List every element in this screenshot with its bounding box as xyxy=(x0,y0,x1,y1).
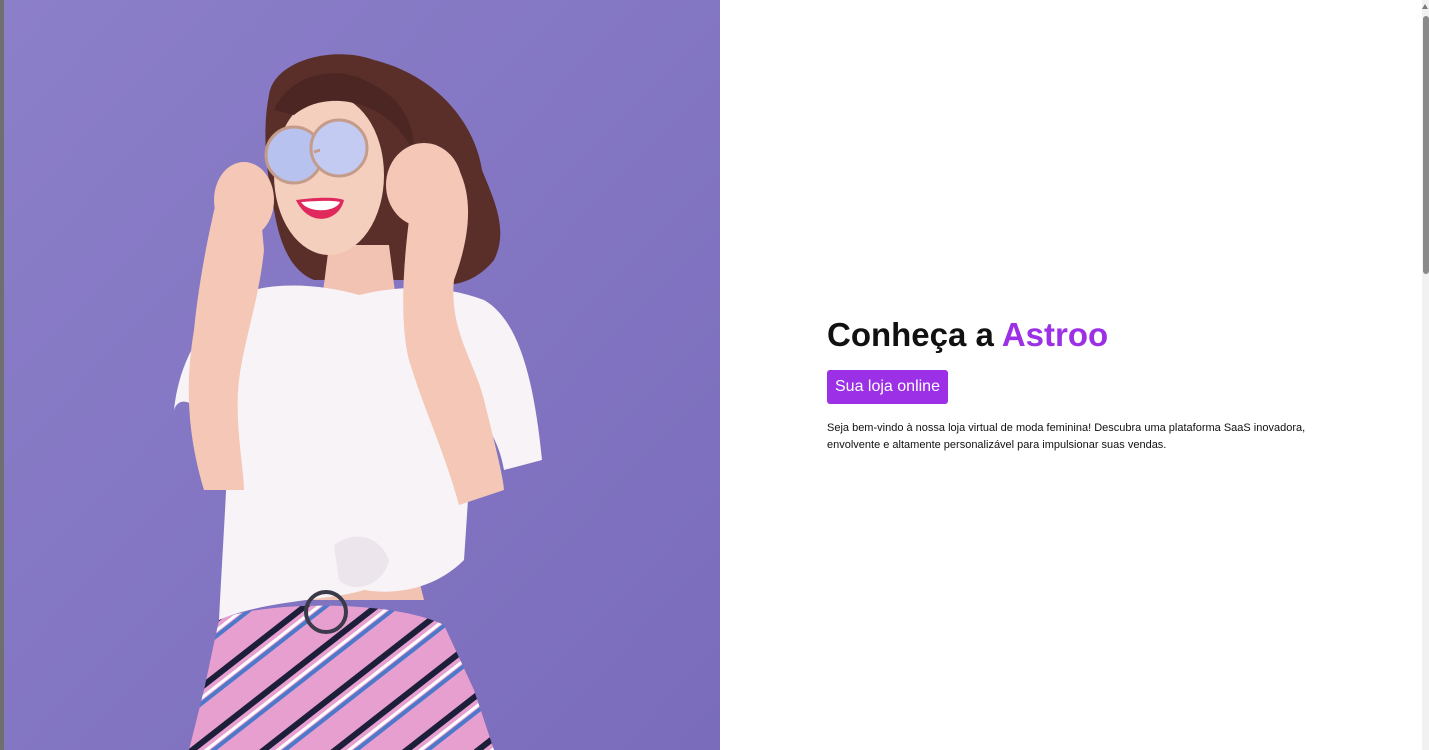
scroll-up-arrow-icon[interactable] xyxy=(1422,4,1428,9)
scrollbar-thumb[interactable] xyxy=(1423,16,1429,274)
page-title: Conheça a Astroo xyxy=(827,315,1327,355)
hero-description: Seja bem-vindo à nossa loja virtual de m… xyxy=(827,422,1306,451)
vertical-scrollbar[interactable] xyxy=(1422,0,1429,750)
hero-content: Conheça a Astroo Sua loja online Seja be… xyxy=(827,315,1327,454)
woman-with-sunglasses-illustration xyxy=(4,0,720,750)
landing-page: Conheça a Astroo Sua loja online Seja be… xyxy=(0,0,1429,750)
online-store-button[interactable]: Sua loja online xyxy=(827,370,948,404)
brand-name: Astroo xyxy=(1001,316,1109,353)
title-prefix: Conheça a xyxy=(827,316,994,353)
hero-image xyxy=(4,0,720,750)
